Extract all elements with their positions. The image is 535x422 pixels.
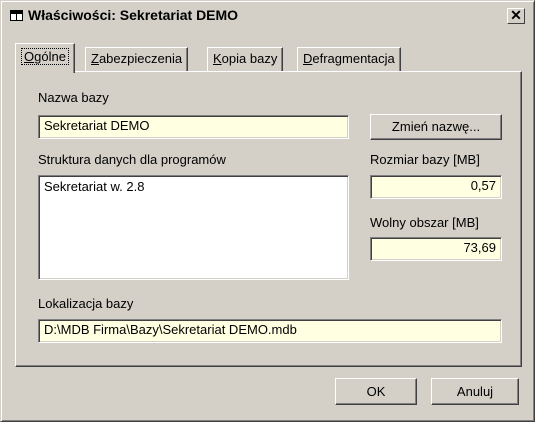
table-icon xyxy=(10,10,23,21)
cancel-button[interactable]: Anuluj xyxy=(431,378,519,405)
location-label: Lokalizacja bazy xyxy=(38,296,134,311)
structure-label: Struktura danych dla programów xyxy=(38,152,226,167)
db-name-field[interactable]: Sekretariat DEMO xyxy=(38,115,349,139)
tab-ogolne[interactable]: Ogólne xyxy=(15,43,75,73)
free-space-label: Wolny obszar [MB] xyxy=(370,215,479,230)
tab-kopia-bazy-label: Kopia bazy xyxy=(213,51,278,66)
tab-zabezpieczenia-label: Zabezpieczenia xyxy=(91,51,183,66)
tab-ogolne-label: Ogólne xyxy=(21,48,69,65)
structure-listbox[interactable]: Sekretariat w. 2.8 xyxy=(38,175,349,280)
free-space-field[interactable]: 73,69 xyxy=(370,237,502,261)
properties-dialog: Właściwości: Sekretariat DEMO ✕ Ogólne Z… xyxy=(0,0,535,422)
list-item[interactable]: Sekretariat w. 2.8 xyxy=(44,179,343,194)
ok-button[interactable]: OK xyxy=(335,378,417,405)
tab-panel-general: Nazwa bazy Sekretariat DEMO Zmień nazwę.… xyxy=(15,71,522,367)
tab-defragmentacja[interactable]: Defragmentacja xyxy=(297,47,401,71)
tab-defragmentacja-label: Defragmentacja xyxy=(303,51,395,66)
tab-zabezpieczenia[interactable]: Zabezpieczenia xyxy=(85,47,189,71)
size-field[interactable]: 0,57 xyxy=(370,175,502,199)
title-bar[interactable]: Właściwości: Sekretariat DEMO ✕ xyxy=(4,4,531,28)
close-icon: ✕ xyxy=(510,7,522,23)
close-button[interactable]: ✕ xyxy=(507,8,525,24)
size-label: Rozmiar bazy [MB] xyxy=(370,152,480,167)
location-field[interactable]: D:\MDB Firma\Bazy\Sekretariat DEMO.mdb xyxy=(38,319,502,343)
rename-button[interactable]: Zmień nazwę... xyxy=(370,114,502,140)
window-title: Właściwości: Sekretariat DEMO xyxy=(28,7,239,23)
tab-kopia-bazy[interactable]: Kopia bazy xyxy=(207,47,284,71)
db-name-label: Nazwa bazy xyxy=(38,90,109,105)
